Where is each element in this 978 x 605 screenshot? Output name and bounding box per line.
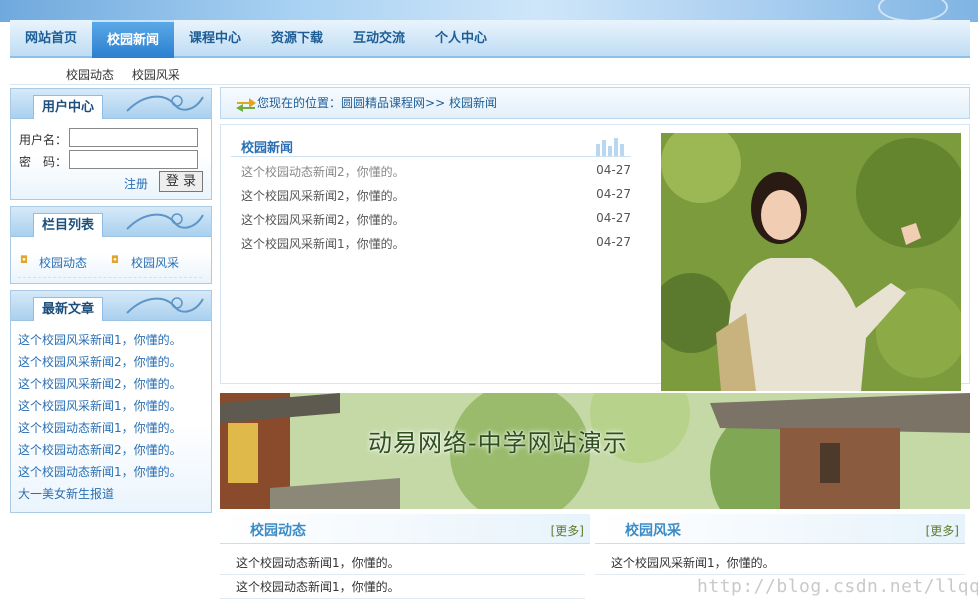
list-item[interactable]: 这个校园风采新闻2，你懂的。 <box>18 353 182 375</box>
breadcrumb[interactable]: 圆圆精品课程网>> 校园新闻 <box>341 96 497 110</box>
password-row: 密 码： <box>19 150 198 170</box>
list-item[interactable]: 这个校园动态新闻1，你懂的。 <box>220 575 585 599</box>
site-banner: 动易网络-中学网站演示 <box>220 393 970 509</box>
more-link[interactable]: [更多] <box>551 522 584 539</box>
password-input[interactable] <box>69 150 198 169</box>
news-row-title: 这个校园风采新闻1，你懂的。 <box>241 237 405 251</box>
swirl-icon <box>126 95 204 112</box>
watermark: http://blog.csdn.net/llqqxf <box>697 576 978 597</box>
news-row-date: 04-27 <box>596 235 631 249</box>
panel-header: 栏目列表 <box>11 207 211 237</box>
bullet-icon: ◘ <box>111 255 119 266</box>
latest-list: 这个校园风采新闻1，你懂的。 这个校园风采新闻2，你懂的。 这个校园风采新闻2，… <box>18 331 182 507</box>
latest-articles-panel: 最新文章 这个校园风采新闻1，你懂的。 这个校园风采新闻2，你懂的。 这个校园风… <box>10 290 212 513</box>
location-text: 您现在的位置：圆圆精品课程网>> 校园新闻 <box>257 88 497 118</box>
news-row-title: 这个校园风采新闻2，你懂的。 <box>241 213 405 227</box>
main-nav: 网站首页 校园新闻 课程中心 资源下载 互动交流 个人中心 <box>10 20 970 58</box>
location-bar: 您现在的位置：圆圆精品课程网>> 校园新闻 <box>220 87 970 119</box>
swirl-decoration <box>878 0 948 22</box>
username-input[interactable] <box>69 128 198 147</box>
news-row-title: 这个校园风采新闻2，你懂的。 <box>241 189 405 203</box>
nav-home[interactable]: 网站首页 <box>10 20 92 58</box>
nav-interaction[interactable]: 互动交流 <box>338 20 420 58</box>
panel-title: 栏目列表 <box>33 213 104 237</box>
section-title: 校园动态 <box>250 523 306 539</box>
news-row[interactable]: 这个校园风采新闻2，你懂的。 04-27 <box>241 187 631 211</box>
section-header-campus-style: 校园风采 [更多] <box>595 514 965 544</box>
news-row-date: 04-27 <box>596 211 631 225</box>
category-panel: 栏目列表 ◘ 校园动态 ◘ 校园风采 <box>10 206 212 284</box>
nav-personal-center[interactable]: 个人中心 <box>420 20 502 58</box>
panel-header: 最新文章 <box>11 291 211 321</box>
panel-title: 用户中心 <box>33 95 104 119</box>
list-item[interactable]: 这个校园风采新闻1，你懂的。 <box>595 551 965 575</box>
news-row-date: 04-27 <box>596 163 631 177</box>
news-row[interactable]: 这个校园风采新闻2，你懂的。 04-27 <box>241 211 631 235</box>
section-title: 校园风采 <box>625 523 681 539</box>
register-link[interactable]: 注册 <box>124 175 148 192</box>
location-prefix: 您现在的位置： <box>257 96 342 110</box>
news-row-date: 04-27 <box>596 187 631 201</box>
banner-label: 动易网络-中学网站演示 <box>368 429 628 457</box>
list-item[interactable]: 这个校园风采新闻2，你懂的。 <box>18 375 182 397</box>
news-row-title: 这个校园动态新闻2，你懂的。 <box>241 165 405 179</box>
section-header-campus-dynamics: 校园动态 [更多] <box>220 514 590 544</box>
list-item[interactable]: 这个校园动态新闻1，你懂的。 <box>18 463 182 485</box>
subnav-campus-style[interactable]: 校园风采 <box>132 68 180 82</box>
sub-nav: 校园动态 校园风采 <box>66 66 194 83</box>
list-item[interactable]: 这个校园动态新闻1，你懂的。 <box>18 419 182 441</box>
bullet-icon: ◘ <box>20 255 28 266</box>
nav-course-center[interactable]: 课程中心 <box>174 20 256 58</box>
featured-photo[interactable] <box>661 133 961 391</box>
login-button[interactable]: 登 录 <box>159 171 203 192</box>
swirl-icon <box>126 213 204 230</box>
list-item[interactable]: 这个校园风采新闻1，你懂的。 <box>18 397 182 419</box>
subnav-campus-dynamics[interactable]: 校园动态 <box>66 68 114 82</box>
category-list: ◘ 校园动态 ◘ 校园风采 <box>18 254 202 278</box>
nav-campus-news[interactable]: 校园新闻 <box>92 20 174 58</box>
divider <box>10 84 970 85</box>
username-row: 用户名： <box>19 128 198 148</box>
list-item[interactable]: 大一美女新生报道 <box>18 485 182 507</box>
list-item[interactable]: 这个校园动态新闻1，你懂的。 <box>220 551 585 575</box>
photo-illustration <box>661 133 961 391</box>
username-label: 用户名： <box>19 133 68 147</box>
divider <box>231 156 631 157</box>
panel-header: 用户中心 <box>11 89 211 119</box>
swirl-icon <box>126 297 204 314</box>
user-center-panel: 用户中心 用户名： 密 码： 注册 登 录 <box>10 88 212 200</box>
more-link[interactable]: [更多] <box>926 522 959 539</box>
password-label: 密 码： <box>19 155 68 169</box>
list-item[interactable]: 这个校园风采新闻1，你懂的。 <box>18 331 182 353</box>
arrows-icon <box>236 98 256 112</box>
category-item[interactable]: 校园动态 <box>39 254 87 271</box>
panel-title: 最新文章 <box>33 297 104 321</box>
list-item[interactable]: 这个校园动态新闻2，你懂的。 <box>18 441 182 463</box>
news-row[interactable]: 这个校园风采新闻1，你懂的。 04-27 <box>241 235 631 259</box>
nav-downloads[interactable]: 资源下载 <box>256 20 338 58</box>
top-banner <box>0 0 978 22</box>
category-item[interactable]: 校园风采 <box>131 254 179 271</box>
news-title: 校园新闻 <box>241 141 294 156</box>
news-row[interactable]: 这个校园动态新闻2，你懂的。 04-27 <box>241 163 631 187</box>
